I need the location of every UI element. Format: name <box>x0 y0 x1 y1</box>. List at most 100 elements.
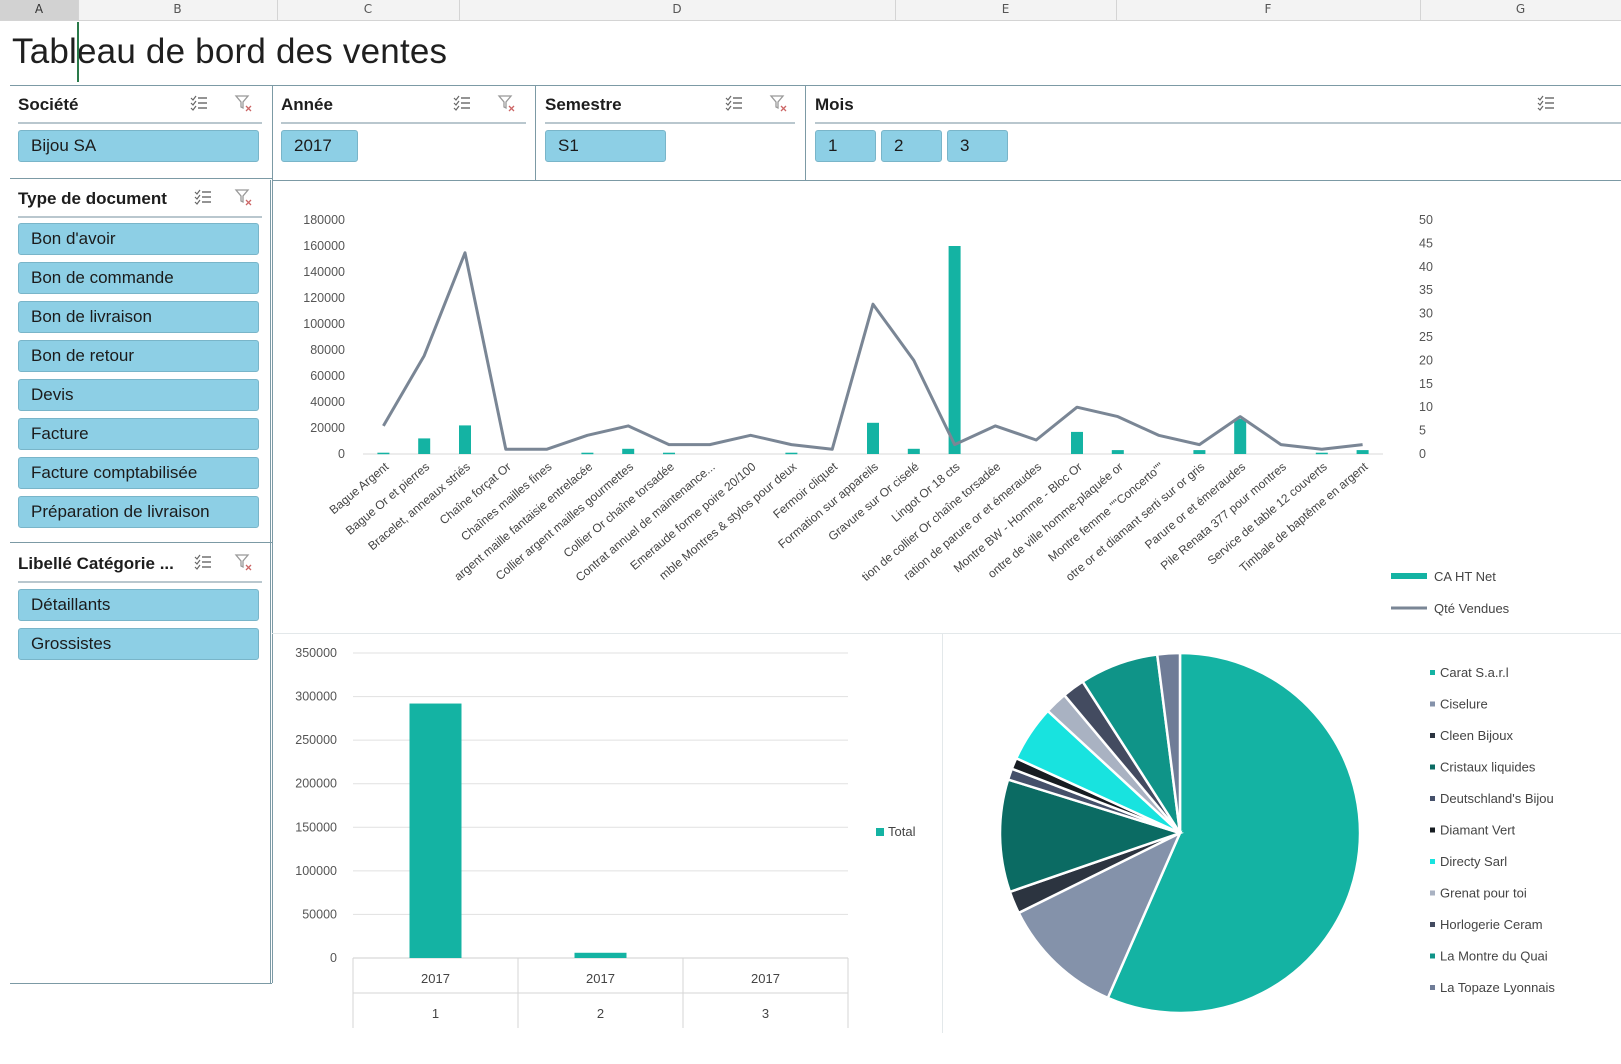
slicer-item[interactable]: Facture <box>18 418 259 450</box>
slicer-item[interactable]: Grossistes <box>18 628 259 660</box>
legend-swatch <box>1430 670 1435 675</box>
slicer-item[interactable]: 3 <box>947 130 1008 162</box>
frame-chart-divider <box>272 633 1621 634</box>
clear-filter-icon[interactable] <box>234 94 252 112</box>
multi-select-icon[interactable] <box>194 188 212 206</box>
bar-ca-ht-net <box>1356 450 1369 454</box>
slicer-item[interactable]: Devis <box>18 379 259 411</box>
y-left-tick-label: 120000 <box>303 291 345 305</box>
slicer-item[interactable]: Bijou SA <box>18 130 259 162</box>
column-header-d[interactable]: D <box>459 0 896 20</box>
slicer-item[interactable]: Détaillants <box>18 589 259 621</box>
multi-select-icon[interactable] <box>453 94 471 112</box>
y-left-tick-label: 80000 <box>310 343 345 357</box>
frame-divider-annee <box>535 85 536 180</box>
y-right-tick-label: 50 <box>1419 213 1433 227</box>
bar-ca-ht-net <box>785 452 798 455</box>
legend-swatch <box>1430 953 1435 959</box>
slicer-item[interactable]: S1 <box>545 130 666 162</box>
frame-left-inner <box>270 180 271 983</box>
legend-swatch <box>1430 859 1435 864</box>
bar-ca-ht-net <box>459 425 471 454</box>
slicer-header: Semestre <box>545 86 795 124</box>
y-left-tick-label: 100000 <box>303 317 345 331</box>
legend-label: Directy Sarl <box>1440 854 1507 869</box>
clear-filter-icon[interactable] <box>769 94 787 112</box>
column-header-e[interactable]: E <box>895 0 1117 20</box>
clear-filter-icon[interactable] <box>497 94 515 112</box>
multi-select-icon[interactable] <box>725 94 743 112</box>
x-category-label: 1 <box>432 1006 439 1021</box>
legend-swatch <box>1430 701 1435 707</box>
slicer-type-document: Type de document Bon d'avoir Bon de comm… <box>10 180 270 540</box>
slicer-item[interactable]: Bon de commande <box>18 262 259 294</box>
slicer-item[interactable]: Bon de livraison <box>18 301 259 333</box>
slicer-item[interactable]: Facture comptabilisée <box>18 457 259 489</box>
slicer-item[interactable]: 1 <box>815 130 876 162</box>
y-right-tick-label: 35 <box>1419 283 1433 297</box>
bar-ca-ht-net <box>1234 418 1247 454</box>
legend-label: Carat S.a.r.l <box>1440 665 1509 680</box>
slicer-header: Société <box>18 86 262 124</box>
slicer-title: Mois <box>815 95 854 114</box>
legend-swatch <box>1430 796 1435 801</box>
legend-label: Ciselure <box>1440 697 1488 712</box>
combo-chart[interactable]: 0 20000 40000 60000 80000 100000 120000 140000 1… <box>273 182 1621 632</box>
column-header-c[interactable]: C <box>277 0 460 20</box>
slicer-header: Libellé Catégorie ... <box>18 545 262 583</box>
y-tick-label: 0 <box>330 951 337 965</box>
clear-filter-icon[interactable] <box>234 188 252 206</box>
bar-ca-ht-net <box>418 438 431 454</box>
bar-ca-ht-net <box>948 246 961 454</box>
y-left-tick-label: 0 <box>338 447 345 461</box>
legend-swatch-total <box>876 828 884 836</box>
y-right-tick-label: 10 <box>1419 400 1433 414</box>
legend-swatch <box>1430 985 1435 990</box>
bar-ca-ht-net <box>622 448 635 454</box>
bar-total <box>409 703 462 958</box>
y-tick-label: 300000 <box>295 690 337 704</box>
clear-filter-icon[interactable] <box>234 553 252 571</box>
y-tick-label: 150000 <box>295 820 337 834</box>
column-header-b[interactable]: B <box>78 0 278 20</box>
slicer-item[interactable]: 2017 <box>281 130 358 162</box>
slicer-item[interactable]: Préparation de livraison <box>18 496 259 528</box>
slicer-header: Mois <box>815 86 1621 124</box>
monthly-total-bar-chart[interactable]: 0 50000 100000 150000 200000 250000 300000 3500… <box>273 635 941 1030</box>
slicer-header: Année <box>281 86 526 124</box>
slicer-title: Année <box>281 95 333 114</box>
slicer-societe: Société Bijou SA <box>10 86 270 178</box>
multi-select-icon[interactable] <box>1537 94 1555 112</box>
frame-societe-bottom <box>10 178 272 179</box>
slicer-item[interactable]: Bon d'avoir <box>18 223 259 255</box>
line-qte-vendues <box>382 251 1363 451</box>
bar-ca-ht-net <box>1111 450 1124 454</box>
y-tick-label: 50000 <box>302 907 337 921</box>
slicer-title: Type de document <box>18 189 167 208</box>
column-header-g[interactable]: G <box>1420 0 1621 20</box>
y-right-tick-label: 15 <box>1419 377 1433 391</box>
bar-ca-ht-net <box>1315 452 1328 455</box>
slicer-title: Semestre <box>545 95 622 114</box>
slicer-item[interactable]: 2 <box>881 130 942 162</box>
frame-divider-semestre <box>805 85 806 180</box>
y-left-tick-label: 20000 <box>310 421 345 435</box>
bar-ca-ht-net <box>377 452 390 455</box>
customer-pie-chart[interactable]: Carat S.a.r.l Ciselure Cleen Bijoux Cristau… <box>943 635 1621 1030</box>
multi-select-icon[interactable] <box>190 94 208 112</box>
column-header-bar: A B C D E F G <box>0 0 1621 21</box>
bar-ca-ht-net <box>663 452 675 455</box>
legend-swatch <box>1430 827 1435 833</box>
column-header-f[interactable]: F <box>1116 0 1421 20</box>
y-right-tick-label: 0 <box>1419 447 1426 461</box>
column-header-a[interactable]: A <box>0 0 79 20</box>
slicer-semestre: Semestre S1 <box>537 86 803 178</box>
legend-label: Horlogerie Ceram <box>1440 917 1543 932</box>
multi-select-icon[interactable] <box>194 553 212 571</box>
cell-cursor <box>77 22 79 82</box>
y-right-tick-label: 40 <box>1419 260 1433 274</box>
slicer-item[interactable]: Bon de retour <box>18 340 259 372</box>
y-left-tick-label: 40000 <box>310 395 345 409</box>
bar-ca-ht-net <box>1193 450 1206 454</box>
slicer-annee: Année 2017 <box>273 86 534 178</box>
